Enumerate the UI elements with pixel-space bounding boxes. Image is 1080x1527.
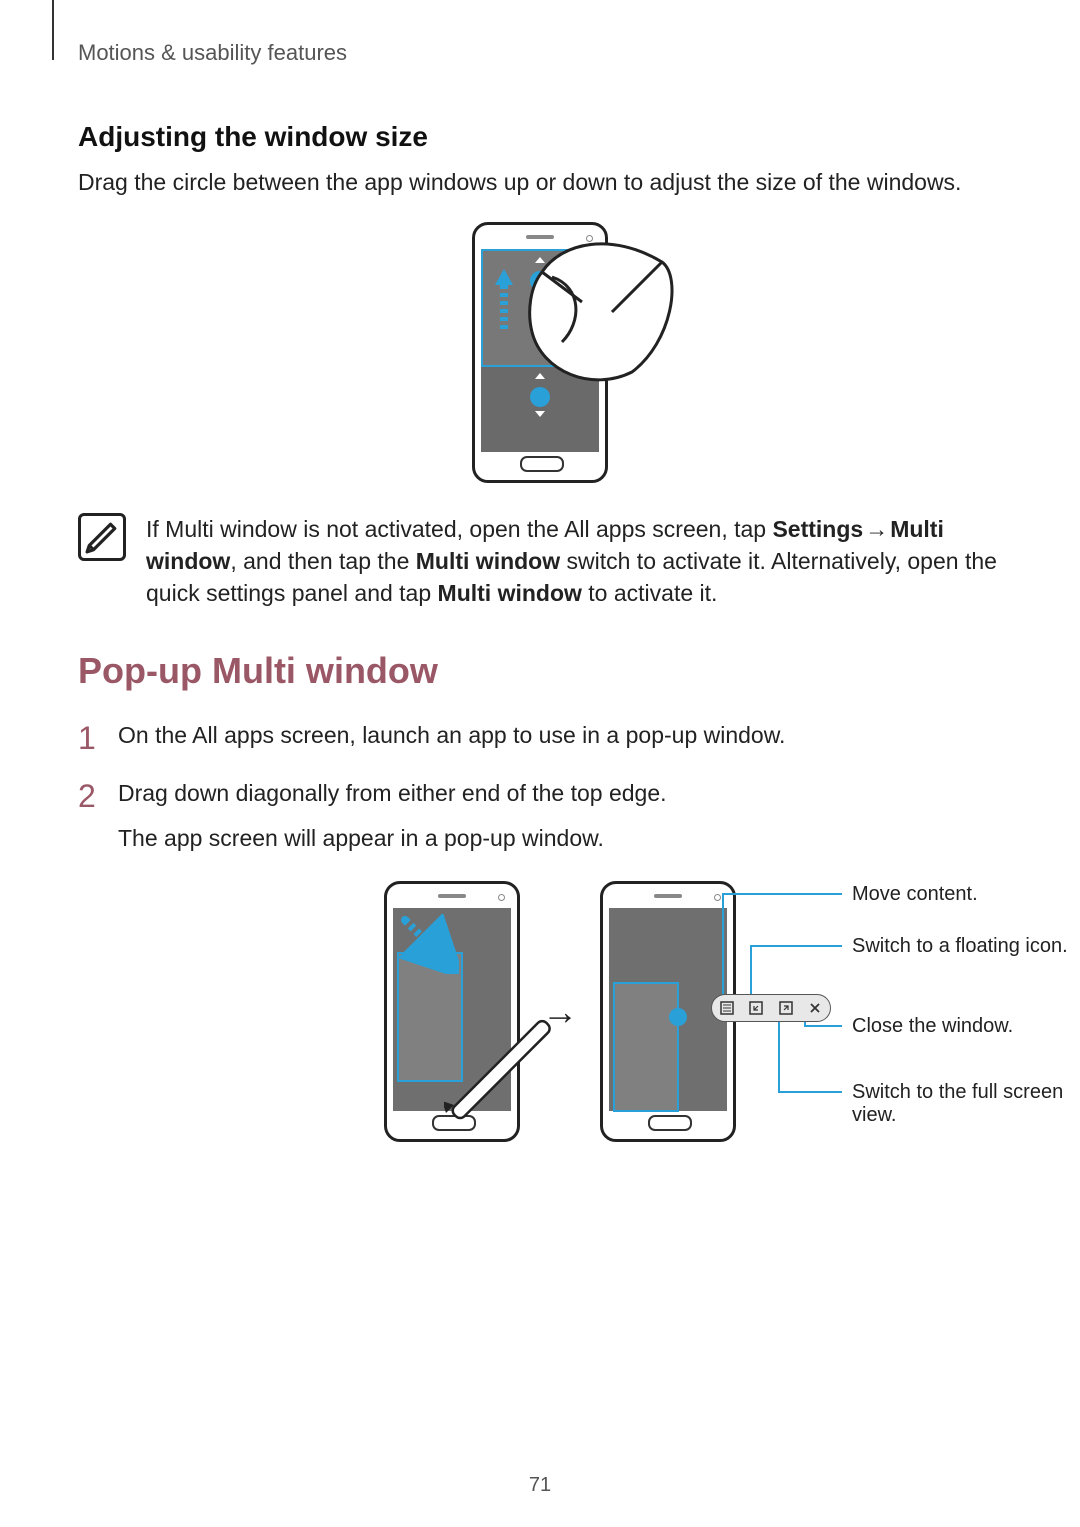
step-number: 1: [78, 714, 96, 762]
callout-float: Switch to a floating icon.: [852, 935, 1072, 958]
subheading-adjusting: Adjusting the window size: [78, 121, 1002, 153]
running-header: Motions & usability features: [78, 40, 1002, 66]
step-number: 2: [78, 772, 96, 820]
step-list: 1 On the All apps screen, launch an app …: [78, 718, 1002, 856]
drag-diagonal-arrow-icon: [399, 914, 459, 974]
move-content-icon: [720, 1001, 734, 1015]
note-block: If Multi window is not activated, open t…: [78, 513, 1002, 610]
section-heading-popup: Pop-up Multi window: [78, 650, 1002, 692]
step-followup: The app screen will appear in a pop-up w…: [118, 821, 1002, 856]
note-icon: [78, 513, 126, 561]
up-arrow-icon: [497, 269, 511, 329]
popup-toolbar: [711, 994, 831, 1022]
figure-split-window: [78, 222, 1002, 483]
note-text: If Multi window is not activated, open t…: [146, 513, 1002, 610]
drag-handle-icon: [530, 387, 550, 407]
margin-rule: [52, 0, 54, 60]
minimize-icon: [749, 1001, 763, 1015]
step-2: 2 Drag down diagonally from either end o…: [78, 776, 1002, 855]
callout-full: Switch to the full screen view.: [852, 1081, 1072, 1127]
drag-handle-icon: [669, 1008, 687, 1026]
step-1: 1 On the All apps screen, launch an app …: [78, 718, 1002, 753]
figure-popup-sequence: →: [118, 881, 1002, 1142]
fullscreen-icon: [779, 1001, 793, 1015]
body-text-1: Drag the circle between the app windows …: [78, 167, 1002, 198]
drag-handle-icon: [530, 271, 550, 291]
phone-illustration: [472, 222, 608, 483]
callout-close: Close the window.: [852, 1015, 1072, 1038]
callout-move: Move content.: [852, 883, 1072, 906]
stylus-icon: [444, 1011, 564, 1131]
step-text: Drag down diagonally from either end of …: [118, 780, 667, 806]
step-text: On the All apps screen, launch an app to…: [118, 722, 785, 748]
close-icon: [808, 1001, 822, 1015]
phone-illustration-after: [600, 881, 736, 1142]
page-number: 71: [0, 1474, 1080, 1497]
